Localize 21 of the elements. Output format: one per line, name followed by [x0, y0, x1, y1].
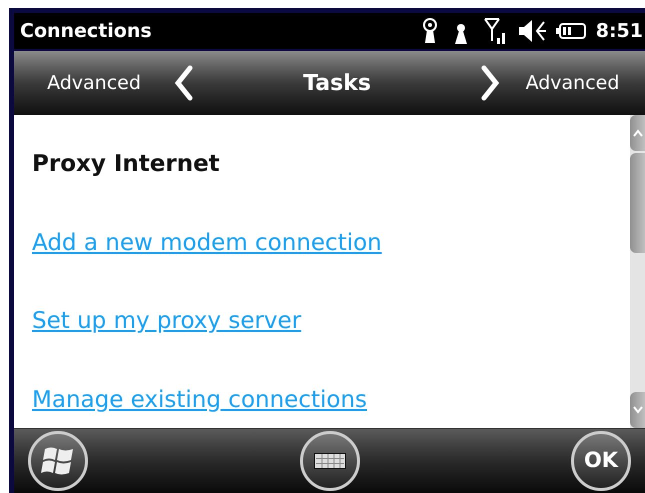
scroll-up-button[interactable]: [630, 115, 645, 151]
chevron-right-icon[interactable]: [480, 65, 500, 101]
window-title: Connections: [20, 18, 152, 44]
scrollbar[interactable]: [630, 115, 645, 428]
next-tab[interactable]: Advanced: [500, 68, 645, 98]
chevron-left-icon[interactable]: [174, 65, 194, 101]
flag-logo-icon: [41, 445, 75, 477]
current-view-title: Tasks: [303, 70, 371, 98]
scroll-thumb[interactable]: [630, 153, 645, 253]
section-heading: Proxy Internet: [32, 150, 221, 179]
previous-tab[interactable]: Advanced: [14, 68, 174, 98]
clock: 8:51: [596, 18, 643, 44]
battery-icon: [556, 23, 586, 39]
keyboard-icon: [314, 453, 346, 469]
ok-button[interactable]: OK: [571, 431, 631, 491]
scroll-down-button[interactable]: [630, 392, 645, 428]
caret-up-icon: [632, 129, 642, 137]
caret-down-icon: [632, 406, 642, 414]
signal-icon: [484, 17, 508, 45]
muted-speaker-icon: [518, 19, 548, 43]
antenna-icon: [422, 18, 438, 44]
